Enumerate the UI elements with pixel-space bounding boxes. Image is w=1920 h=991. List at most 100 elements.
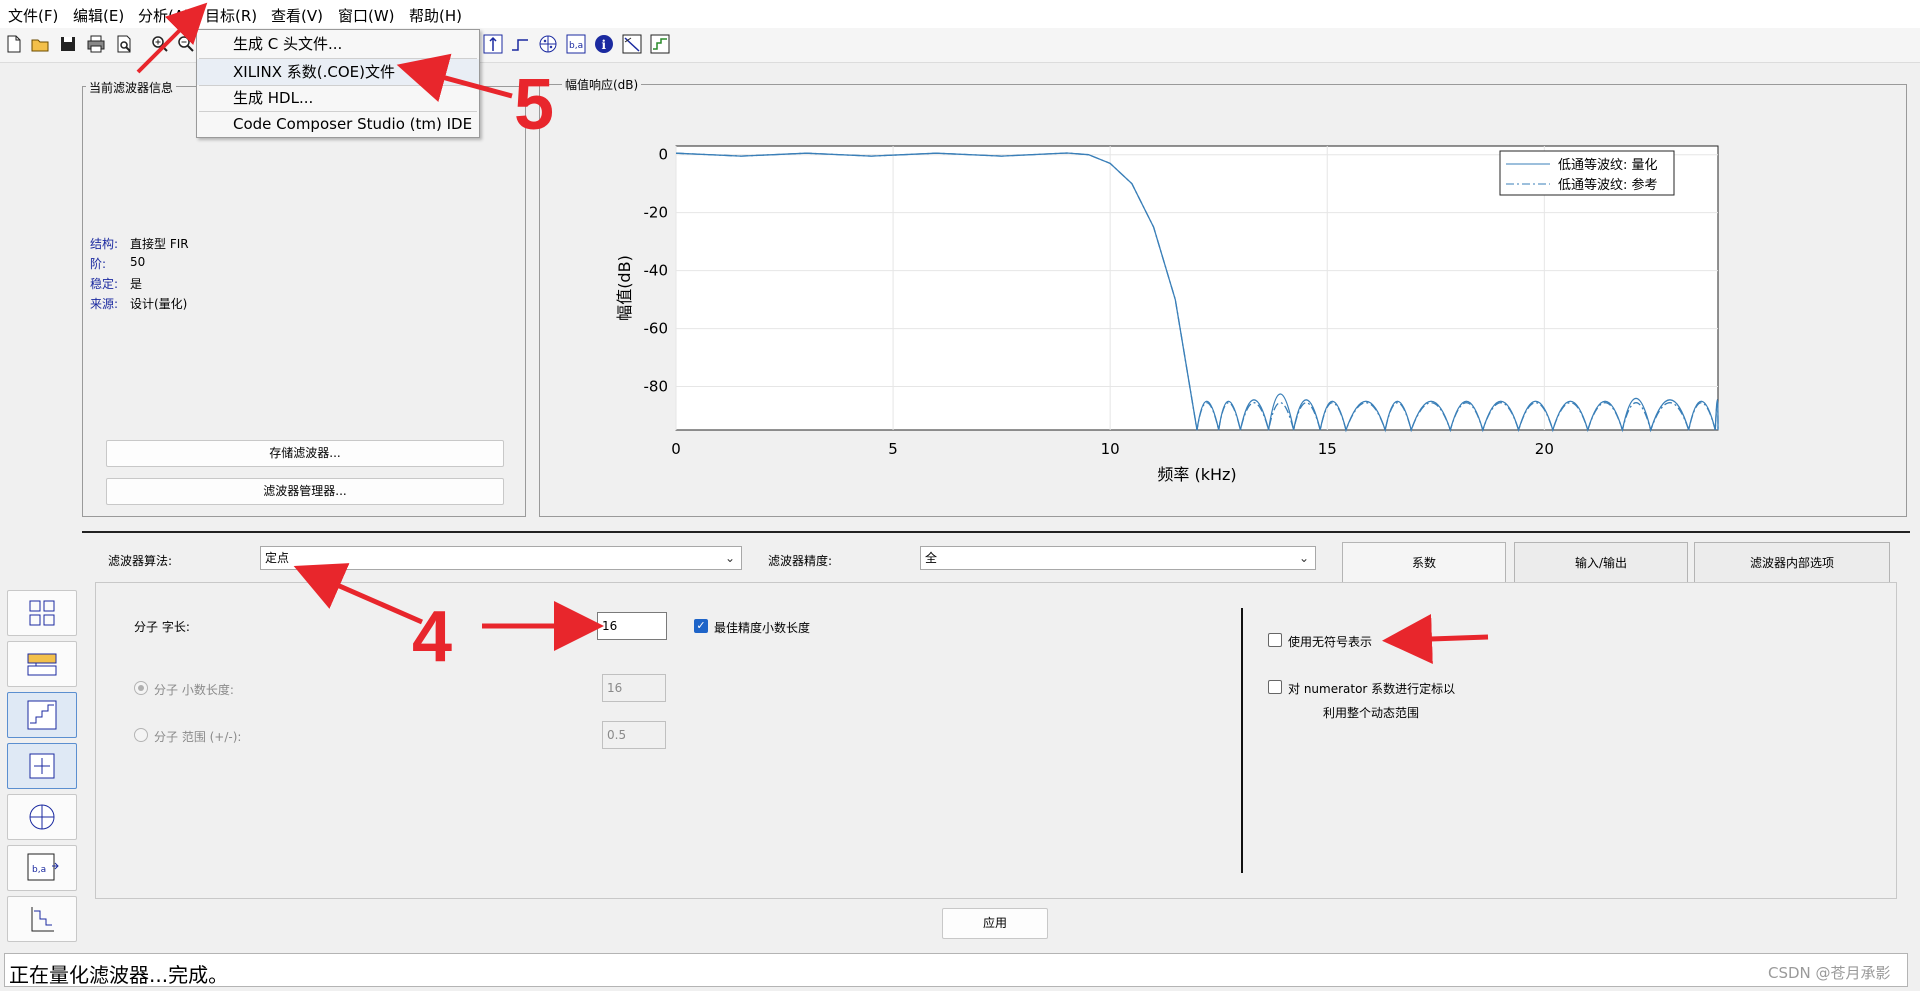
tab-coefficients[interactable]: 系数 bbox=[1342, 542, 1506, 582]
sidebar-pole-zero-editor[interactable] bbox=[7, 794, 77, 840]
y-tick-label: -40 bbox=[644, 262, 669, 280]
filter-precision-label: 滤波器精度: bbox=[768, 554, 833, 568]
target-menu-dropdown: 生成 C 头文件... XILINX 系数(.COE)文件 生成 HDL... … bbox=[196, 29, 480, 138]
numerator-frac-length-radio[interactable] bbox=[134, 681, 148, 695]
menu-item-ccs-ide[interactable]: Code Composer Studio (tm) IDE bbox=[197, 111, 479, 137]
filter-arithmetic-value: 定点 bbox=[265, 551, 290, 565]
sidebar-design-filter[interactable] bbox=[7, 590, 77, 636]
magnitude-panel-title: 幅值响应(dB) bbox=[562, 76, 642, 93]
step-icon[interactable] bbox=[510, 34, 530, 54]
quantize-filter-icon bbox=[27, 700, 57, 730]
coeff-icon[interactable]: b,a bbox=[566, 34, 586, 54]
numerator-frac-length-label: 分子 小数长度: bbox=[154, 683, 234, 697]
menu-target[interactable]: 目标(R) bbox=[205, 5, 257, 26]
legend-quantized: 低通等波纹: 量化 bbox=[1558, 157, 1658, 173]
svg-text:b,a: b,a bbox=[569, 41, 583, 51]
best-precision-checkbox[interactable]: ✓ bbox=[694, 619, 708, 633]
sidebar-transform-filter[interactable] bbox=[7, 641, 77, 687]
save-icon[interactable] bbox=[58, 34, 78, 54]
legend: 低通等波纹: 量化 低通等波纹: 参考 bbox=[1499, 150, 1675, 196]
x-axis-label: 频率 (kHz) bbox=[1157, 465, 1236, 484]
x-tick-label: 15 bbox=[1318, 440, 1337, 458]
new-file-icon[interactable] bbox=[4, 34, 24, 54]
chevron-down-icon: ⌄ bbox=[724, 551, 735, 565]
x-tick-label: 5 bbox=[888, 440, 898, 458]
store-filter-button[interactable]: 存储滤波器... bbox=[106, 440, 504, 467]
sidebar-import-filter[interactable]: b,a bbox=[7, 845, 77, 891]
open-folder-icon[interactable] bbox=[30, 34, 50, 54]
unsigned-checkbox[interactable] bbox=[1268, 633, 1282, 647]
tab-filter-internals[interactable]: 滤波器内部选项 bbox=[1694, 542, 1890, 582]
menu-item-generate-c-header[interactable]: 生成 C 头文件... bbox=[197, 31, 479, 57]
watermark: CSDN @苍月承影 bbox=[1768, 964, 1891, 982]
status-bar: 正在量化滤波器...完成。 bbox=[4, 953, 1908, 987]
menu-help[interactable]: 帮助(H) bbox=[409, 5, 462, 26]
x-tick-label: 20 bbox=[1535, 440, 1554, 458]
zoom-out-icon[interactable] bbox=[176, 34, 196, 54]
coefficients-tab-content bbox=[95, 582, 1897, 899]
numerator-range-input[interactable]: 0.5 bbox=[602, 721, 666, 749]
filter-arithmetic-label: 滤波器算法: bbox=[108, 554, 173, 568]
menu-item-generate-hdl[interactable]: 生成 HDL... bbox=[197, 85, 479, 111]
svg-text:b,a: b,a bbox=[32, 865, 46, 875]
menu-item-xilinx-coe[interactable]: XILINX 系数(.COE)文件 bbox=[197, 59, 479, 85]
menu-edit[interactable]: 编辑(E) bbox=[73, 5, 124, 26]
x-tick-label: 10 bbox=[1101, 440, 1120, 458]
scale-numerator-checkbox[interactable] bbox=[1268, 680, 1282, 694]
order-key: 阶: bbox=[90, 257, 107, 271]
numerator-word-length-label: 分子 字长: bbox=[134, 620, 190, 634]
best-precision-label: 最佳精度小数长度 bbox=[714, 621, 811, 635]
menubar: 文件(F) 编辑(E) 分析(A) 目标(R) 查看(V) 窗口(W) 帮助(H… bbox=[0, 0, 1920, 28]
order-value: 50 bbox=[130, 255, 146, 269]
menu-analysis[interactable]: 分析(A) bbox=[138, 5, 190, 26]
source-key: 来源: bbox=[90, 297, 119, 311]
zoom-in-icon[interactable] bbox=[150, 34, 170, 54]
unsigned-label: 使用无符号表示 bbox=[1288, 635, 1373, 649]
menu-file[interactable]: 文件(F) bbox=[8, 5, 58, 26]
pole-zero-icon[interactable] bbox=[538, 34, 558, 54]
filter-precision-select[interactable]: 全 ⌄ bbox=[920, 546, 1316, 570]
magnitude-icon[interactable] bbox=[483, 34, 503, 54]
sidebar-realize-model[interactable] bbox=[7, 743, 77, 789]
apply-button[interactable]: 应用 bbox=[942, 908, 1048, 939]
magnitude-chart: 0 5 10 15 20 0 -20 -40 -60 -80 频率 (kHz) 幅值(dB) 低通… bbox=[615, 145, 1719, 484]
y-axis-label: 幅值(dB) bbox=[615, 255, 634, 321]
stable-value: 是 bbox=[130, 277, 143, 291]
impulse-icon[interactable] bbox=[650, 34, 670, 54]
sidebar-multirate[interactable] bbox=[7, 896, 77, 942]
annotation-4: 4 bbox=[412, 597, 453, 677]
legend-reference: 低通等波纹: 参考 bbox=[1558, 177, 1658, 193]
transform-filter-icon bbox=[27, 653, 57, 676]
scale-numerator-label-2: 利用整个动态范围 bbox=[1323, 706, 1420, 720]
numerator-range-label: 分子 范围 (+/-): bbox=[154, 730, 242, 744]
numerator-word-length-input[interactable]: 16 bbox=[597, 612, 667, 640]
numerator-range-radio[interactable] bbox=[134, 728, 148, 742]
menu-view[interactable]: 查看(V) bbox=[271, 5, 323, 26]
source-value: 设计(量化) bbox=[130, 297, 188, 311]
y-tick-label: -60 bbox=[644, 320, 669, 338]
y-tick-label: -20 bbox=[644, 204, 669, 222]
annotation-5: 5 bbox=[514, 65, 555, 145]
numerator-frac-length-input[interactable]: 16 bbox=[602, 674, 666, 702]
svg-text:i: i bbox=[602, 38, 607, 52]
y-tick-label: 0 bbox=[658, 146, 668, 164]
realize-model-icon bbox=[29, 753, 55, 779]
info-icon[interactable]: i bbox=[594, 34, 614, 54]
sidebar-quantize-filter[interactable] bbox=[7, 692, 77, 738]
structure-key: 结构: bbox=[90, 237, 119, 251]
chevron-down-icon: ⌄ bbox=[1298, 551, 1309, 565]
y-tick-label: -80 bbox=[644, 378, 669, 396]
print-icon[interactable] bbox=[86, 34, 106, 54]
import-filter-icon: b,a bbox=[27, 853, 59, 881]
print-preview-icon[interactable] bbox=[114, 34, 134, 54]
magnitude-phase-icon[interactable] bbox=[622, 34, 642, 54]
menu-window[interactable]: 窗口(W) bbox=[338, 5, 395, 26]
filter-manager-button[interactable]: 滤波器管理器... bbox=[106, 478, 504, 505]
pole-zero-editor-icon bbox=[29, 804, 55, 830]
tab-input-output[interactable]: 输入/输出 bbox=[1514, 542, 1688, 582]
multirate-icon bbox=[31, 907, 54, 932]
filter-precision-value: 全 bbox=[925, 551, 938, 565]
x-tick-label: 0 bbox=[671, 440, 681, 458]
filter-arithmetic-select[interactable]: 定点 ⌄ bbox=[260, 546, 742, 570]
current-filter-title: 当前滤波器信息 bbox=[86, 79, 177, 96]
